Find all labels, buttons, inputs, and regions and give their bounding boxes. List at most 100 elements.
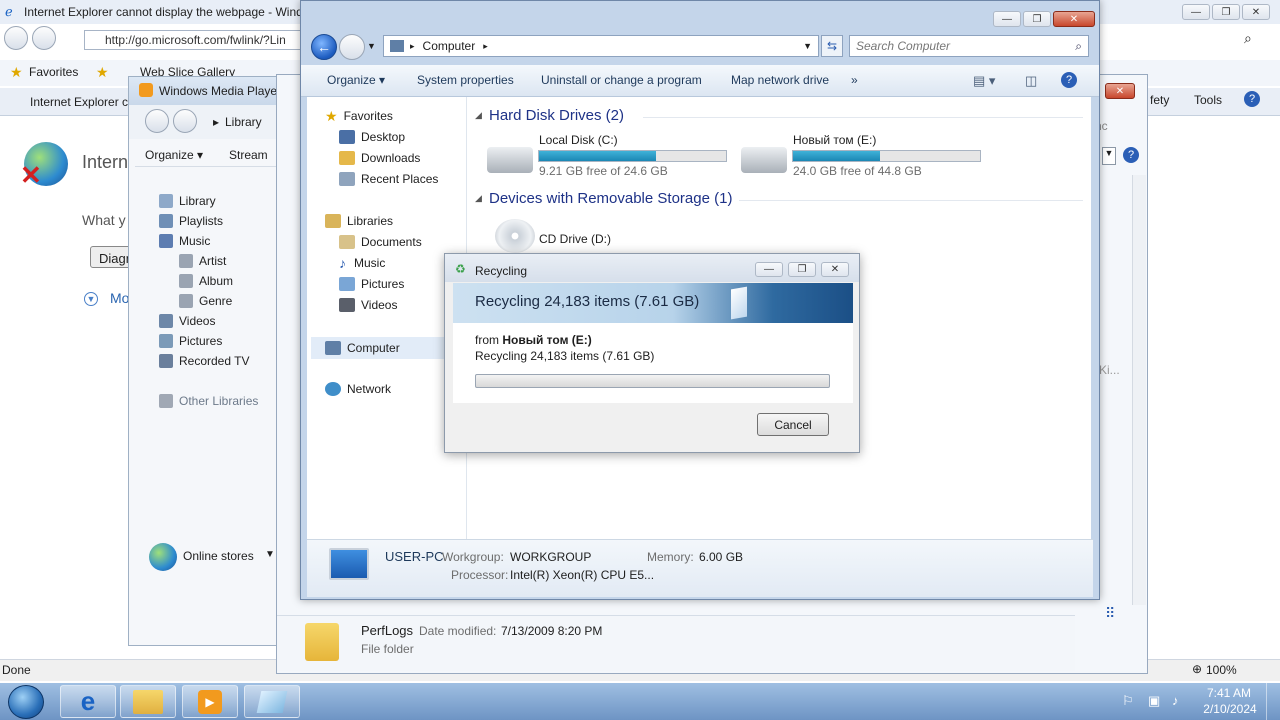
- forward-button[interactable]: [339, 34, 365, 60]
- minimize-button[interactable]: —: [755, 262, 783, 277]
- downloads-icon: [339, 151, 355, 165]
- group-divider: [643, 117, 1083, 118]
- nav-documents[interactable]: Documents: [339, 232, 422, 252]
- preview-pane-icon[interactable]: ◫: [1025, 73, 1037, 89]
- nav-computer[interactable]: Computer: [311, 337, 445, 359]
- ie-forward-button[interactable]: [32, 26, 56, 50]
- nav-favorites[interactable]: ★ Favorites: [325, 106, 393, 126]
- nav-downloads[interactable]: Downloads: [339, 148, 420, 168]
- library-item-icon: [159, 234, 173, 248]
- network-icon[interactable]: ▣: [1148, 693, 1160, 709]
- scrollbar[interactable]: [1132, 175, 1146, 605]
- online-stores-button[interactable]: Online stores: [183, 549, 254, 563]
- maximize-button[interactable]: ❐: [788, 262, 816, 277]
- view-options-icon[interactable]: ▤ ▾: [973, 73, 995, 89]
- drive-name[interactable]: Новый том (E:): [793, 133, 876, 147]
- library-item-icon: [159, 394, 173, 408]
- taskbar-media-player[interactable]: ▶: [182, 685, 238, 718]
- dropdown-arrow-icon[interactable]: ▼: [1102, 147, 1116, 165]
- dialog-headline: Recycling 24,183 items (7.61 GB): [475, 293, 700, 310]
- drive-name[interactable]: Local Disk (C:): [539, 133, 618, 147]
- view-icon[interactable]: ⠿: [1105, 605, 1115, 622]
- taskbar-explorer[interactable]: [120, 685, 176, 718]
- details-pane: USER-PC Workgroup: WORKGROUP Memory: 6.0…: [307, 539, 1093, 597]
- computer-icon: [329, 548, 369, 580]
- favorites-button[interactable]: Favorites: [29, 65, 78, 79]
- map-network-drive-button[interactable]: Map network drive: [731, 73, 829, 87]
- expand-icon[interactable]: ▼: [84, 292, 98, 306]
- minimize-button[interactable]: —: [1182, 4, 1210, 20]
- zoom-level[interactable]: 100%: [1206, 663, 1237, 677]
- wmp-organize-button[interactable]: Organize ▾: [145, 148, 203, 162]
- action-center-icon[interactable]: ⚐: [1122, 693, 1134, 709]
- collapse-icon[interactable]: ◢: [475, 110, 482, 121]
- show-desktop-button[interactable]: [1266, 683, 1280, 720]
- search-icon[interactable]: ⌕: [1075, 39, 1082, 54]
- close-button[interactable]: ✕: [1242, 4, 1270, 20]
- taskbar-recycle-progress[interactable]: [244, 685, 300, 718]
- help-icon[interactable]: ?: [1244, 91, 1260, 107]
- maximize-button[interactable]: ❐: [1212, 4, 1240, 20]
- nav-pictures[interactable]: Pictures: [339, 274, 404, 294]
- nav-label: Favorites: [343, 109, 393, 123]
- network-icon: [325, 382, 341, 396]
- back-button[interactable]: ←: [311, 34, 337, 60]
- group-hard-disk-drives[interactable]: Hard Disk Drives (2): [489, 107, 624, 124]
- more-commands-icon[interactable]: »: [851, 73, 858, 87]
- clock-time[interactable]: 7:41 AM: [1204, 686, 1254, 700]
- wmp-nav-label: Other Libraries: [179, 394, 259, 408]
- start-button[interactable]: [8, 685, 44, 719]
- maximize-button[interactable]: ❐: [1023, 11, 1051, 27]
- search-icon[interactable]: ⌕: [1244, 30, 1252, 47]
- documents-icon: [339, 235, 355, 249]
- collapse-icon[interactable]: ◢: [475, 193, 482, 204]
- nav-network[interactable]: Network: [325, 379, 391, 399]
- nav-recent-places[interactable]: Recent Places: [339, 169, 438, 189]
- taskbar-ie[interactable]: e: [60, 685, 116, 718]
- recent-pages-icon[interactable]: ▼: [367, 41, 376, 51]
- wmp-forward-button[interactable]: [173, 109, 197, 133]
- library-item-icon: [179, 274, 193, 288]
- wmp-breadcrumb[interactable]: Library: [225, 115, 262, 129]
- volume-icon[interactable]: ♪: [1172, 693, 1179, 708]
- add-favorite-icon[interactable]: ★: [96, 64, 109, 81]
- zoom-icon[interactable]: ⊕: [1192, 662, 1202, 676]
- desktop-icon: [339, 130, 355, 144]
- cancel-button[interactable]: Cancel: [757, 413, 829, 436]
- refresh-icon[interactable]: ⇆: [821, 35, 843, 57]
- address-dropdown-icon[interactable]: ▼: [803, 41, 818, 51]
- close-button[interactable]: ✕: [1053, 11, 1095, 27]
- clock-date[interactable]: 2/10/2024: [1200, 702, 1260, 716]
- nav-music[interactable]: ♪ Music: [339, 253, 385, 273]
- ie-address-bar[interactable]: http://go.microsoft.com/fwlink/?Lin: [84, 30, 304, 50]
- close-button[interactable]: ✕: [1105, 83, 1135, 99]
- safety-menu[interactable]: fety: [1150, 93, 1169, 107]
- tools-menu[interactable]: Tools: [1194, 93, 1222, 107]
- chevron-down-icon[interactable]: ▼: [265, 549, 275, 560]
- minimize-button[interactable]: —: [993, 11, 1021, 27]
- more-info-link[interactable]: Mo: [110, 290, 129, 306]
- wmp-back-button[interactable]: [145, 109, 169, 133]
- wmp-logo-icon: [139, 83, 153, 97]
- help-icon[interactable]: ?: [1061, 72, 1077, 88]
- help-icon[interactable]: ?: [1123, 147, 1139, 163]
- close-button[interactable]: ✕: [821, 262, 849, 277]
- cd-drive-name[interactable]: CD Drive (D:): [539, 232, 611, 246]
- address-bar[interactable]: ▸ Computer ▸ ▼: [383, 35, 819, 57]
- search-input[interactable]: Search Computer ⌕: [849, 35, 1089, 57]
- uninstall-program-button[interactable]: Uninstall or change a program: [541, 73, 702, 87]
- system-properties-button[interactable]: System properties: [417, 73, 514, 87]
- group-removable-storage[interactable]: Devices with Removable Storage (1): [489, 190, 732, 207]
- address-text: Computer: [422, 39, 476, 53]
- nav-libraries[interactable]: Libraries: [325, 211, 393, 231]
- search-placeholder: Search Computer: [856, 39, 951, 53]
- nav-desktop[interactable]: Desktop: [339, 127, 405, 147]
- wmp-stream-button[interactable]: Stream: [229, 148, 268, 162]
- ie-back-button[interactable]: [4, 26, 28, 50]
- ie-tab[interactable]: Internet Explorer ca: [30, 95, 135, 109]
- dialog-caption-buttons: — ❐ ✕: [755, 262, 849, 277]
- organize-button[interactable]: Organize ▾: [327, 73, 385, 87]
- drive-usage-bar: [538, 150, 727, 162]
- nav-videos[interactable]: Videos: [339, 295, 397, 315]
- chevron-right-icon[interactable]: ▸: [483, 41, 488, 52]
